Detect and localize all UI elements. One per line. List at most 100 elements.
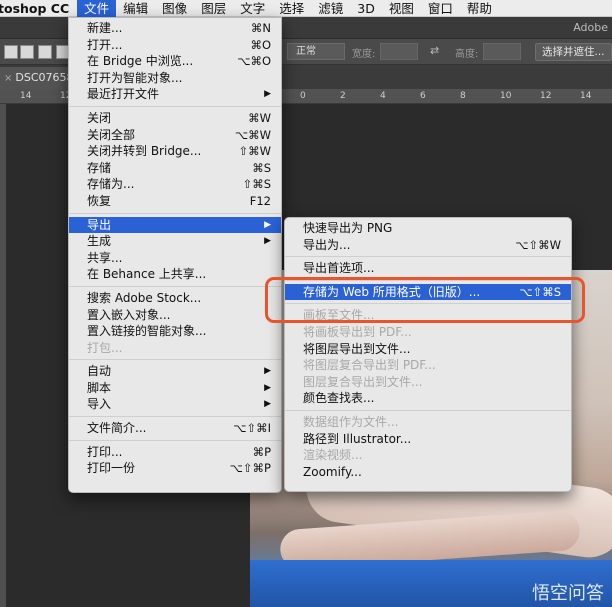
menu-image[interactable]: 图像 (155, 0, 194, 17)
ruler-tick: 10 (500, 91, 512, 101)
close-icon[interactable]: × (4, 73, 12, 84)
export-menu-item[interactable]: 颜色查找表... (285, 390, 571, 407)
ruler-tick: 12 (540, 91, 552, 101)
file-menu-item[interactable]: 存储 ⌘S (69, 160, 281, 177)
export-menu-item-label: 将图层复合导出到 PDF... (303, 358, 436, 373)
app-name[interactable]: toshop CC (0, 1, 77, 16)
menu-separator (285, 256, 571, 258)
file-menu-item[interactable]: 关闭全部 ⌥⌘W (69, 127, 281, 144)
ruler-tick: 2 (340, 91, 346, 101)
menu-3d[interactable]: 3D (350, 0, 382, 17)
export-menu-item-label: 将图层导出到文件... (303, 341, 411, 356)
annotation-highlight-ring (265, 277, 585, 323)
export-menu-item-label: 数据组作为文件... (303, 414, 399, 429)
ruler-tick: 0 (300, 91, 306, 101)
file-menu-item[interactable]: 打开为智能对象... (69, 70, 281, 87)
file-menu-item-label: 共享... (87, 250, 123, 265)
export-menu-item-label: 导出为... (303, 237, 351, 252)
file-menu-item[interactable]: 在 Behance 上共享... (69, 266, 281, 283)
export-menu-item: 图层复合导出到文件... (285, 374, 571, 391)
ruler-tick: 6 (420, 91, 426, 101)
export-menu-item[interactable]: 将图层导出到文件... (285, 341, 571, 358)
export-menu-item-label: 路径到 Illustrator... (303, 431, 412, 446)
menu-help[interactable]: 帮助 (460, 0, 499, 17)
file-menu-item[interactable]: 关闭 ⌘W (69, 110, 281, 127)
file-menu-item-label: 文件简介... (87, 421, 147, 436)
file-menu-item[interactable]: 打印一份 ⌥⇧⌘P (69, 460, 281, 477)
select-and-mask-button[interactable]: 选择并遮住... (535, 43, 612, 61)
file-menu-item[interactable]: 置入链接的智能对象... (69, 323, 281, 340)
file-menu-item[interactable]: 脚本 ▶ (69, 380, 281, 397)
submenu-arrow-icon: ▶ (264, 236, 271, 247)
file-menu-item[interactable]: 置入嵌入对象... (69, 307, 281, 324)
menu-separator (69, 285, 281, 287)
file-menu-item[interactable]: 导出 ▶ (69, 216, 281, 234)
menu-edit[interactable]: 编辑 (116, 0, 155, 17)
submenu-arrow-icon: ▶ (264, 382, 271, 393)
export-menu-item[interactable]: Zoomify... (285, 464, 571, 481)
menu-window[interactable]: 窗口 (421, 0, 460, 17)
menu-view[interactable]: 视图 (382, 0, 421, 17)
submenu-arrow-icon: ▶ (264, 366, 271, 377)
shortcut-label: ⌥⇧⌘W (515, 237, 561, 252)
menu-layer[interactable]: 图层 (194, 0, 233, 17)
export-menu-item[interactable]: 导出为... ⌥⇧⌘W (285, 237, 571, 254)
file-menu-item[interactable]: 打开... ⌘O (69, 37, 281, 54)
file-menu-item-label: 恢复 (87, 193, 112, 208)
file-menu-item-label: 在 Bridge 中浏览... (87, 54, 194, 69)
menu-separator (285, 409, 571, 411)
menu-file[interactable]: 文件 (77, 0, 117, 17)
file-menu-item-label: 生成 (87, 234, 112, 249)
width-field[interactable] (380, 43, 418, 60)
file-menu-item-label: 在 Behance 上共享... (87, 267, 207, 282)
export-menu-item-label: 颜色查找表... (303, 391, 375, 406)
menu-separator (69, 105, 281, 107)
height-field[interactable] (483, 43, 521, 60)
file-menu-item[interactable]: 共享... (69, 250, 281, 267)
file-menu-item[interactable]: 最近打开文件 ▶ (69, 86, 281, 103)
ruler-tick: 4 (380, 91, 386, 101)
file-menu-item[interactable]: 存储为... ⇧⌘S (69, 176, 281, 193)
file-menu-item[interactable]: 自动 ▶ (69, 363, 281, 380)
submenu-arrow-icon: ▶ (264, 219, 271, 230)
adobe-brand: Adobe (573, 21, 608, 34)
export-menu-item-label: 将画板导出到 PDF... (303, 324, 412, 339)
menu-filter[interactable]: 滤镜 (311, 0, 350, 17)
export-menu-item[interactable]: 快速导出为 PNG (285, 220, 571, 237)
file-menu-dropdown: 新建... ⌘N 打开... ⌘O 在 Bridge 中浏览... ⌥⌘O 打开为智能对象.… (68, 17, 282, 493)
subtract-selection-icon[interactable] (38, 45, 52, 59)
file-menu-item-label: 关闭 (87, 110, 112, 125)
menu-select[interactable]: 选择 (272, 0, 311, 17)
style-select[interactable]: 正常 (287, 43, 345, 60)
file-menu-item[interactable]: 文件简介... ⌥⇧⌘I (69, 420, 281, 437)
shortcut-label: ⌘O (250, 37, 271, 52)
file-menu-item-label: 导入 (87, 397, 112, 412)
swap-icon[interactable]: ⇄ (430, 44, 439, 57)
export-submenu: 快速导出为 PNG 导出为... ⌥⇧⌘W 导出首选项... 存储为 Web 所用格式（… (284, 217, 572, 492)
add-selection-icon[interactable] (20, 45, 34, 59)
file-menu-item[interactable]: 搜索 Adobe Stock... (69, 290, 281, 307)
shortcut-label: ⌥⌘O (237, 54, 271, 69)
file-menu-item[interactable]: 恢复 F12 (69, 193, 281, 210)
shortcut-label: ⇧⌘W (238, 144, 271, 159)
menu-type[interactable]: 文字 (233, 0, 272, 17)
file-menu-item-label: 打印... (87, 444, 123, 459)
shortcut-label: ⌥⇧⌘I (233, 421, 271, 436)
file-menu-item[interactable]: 在 Bridge 中浏览... ⌥⌘O (69, 53, 281, 70)
file-menu-item-label: 新建... (87, 21, 123, 35)
file-menu-item[interactable]: 新建... ⌘N (69, 20, 281, 37)
export-menu-item[interactable]: 导出首选项... (285, 260, 571, 277)
watermark: 悟空问答 (532, 583, 604, 604)
new-selection-icon[interactable] (4, 45, 18, 59)
export-menu-item: 渲染视频... (285, 447, 571, 464)
file-menu-item-label: 导出 (87, 217, 112, 232)
file-menu-item[interactable]: 生成 ▶ (69, 233, 281, 250)
file-menu-item[interactable]: 打印... ⌘P (69, 444, 281, 461)
export-menu-item: 数据组作为文件... (285, 414, 571, 431)
file-menu-item[interactable]: 导入 ▶ (69, 396, 281, 413)
file-menu-item[interactable]: 关闭并转到 Bridge... ⇧⌘W (69, 143, 281, 160)
shortcut-label: ⌥⇧⌘P (229, 461, 271, 476)
submenu-arrow-icon: ▶ (264, 89, 271, 100)
shortcut-label: ⌘S (252, 160, 271, 175)
export-menu-item[interactable]: 路径到 Illustrator... (285, 431, 571, 448)
